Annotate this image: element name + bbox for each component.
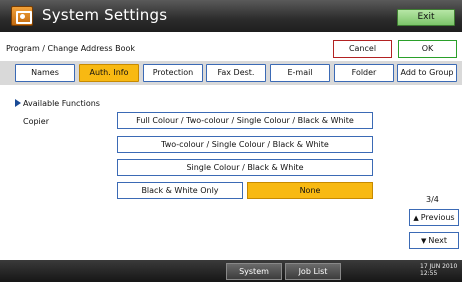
triangle-up-icon: ▲ (413, 214, 419, 222)
app-title: System Settings (42, 6, 168, 24)
page-indicator: 3/4 (426, 195, 439, 204)
date-text: 17 JUN 2010 (420, 263, 458, 270)
option-full-colour[interactable]: Full Colour / Two-colour / Single Colour… (117, 112, 373, 129)
tab-auth-info[interactable]: Auth. Info (79, 64, 139, 82)
option-black-white-only[interactable]: Black & White Only (117, 182, 243, 199)
exit-button[interactable]: Exit (397, 9, 455, 26)
copier-label: Copier (23, 117, 49, 126)
breadcrumb: Program / Change Address Book (6, 44, 136, 53)
tab-add-to-group[interactable]: Add to Group (397, 64, 457, 82)
tab-names[interactable]: Names (15, 64, 75, 82)
triangle-down-icon: ▼ (420, 237, 427, 245)
previous-button[interactable]: ▲ Previous (409, 209, 459, 226)
option-two-colour[interactable]: Two-colour / Single Colour / Black & Whi… (117, 136, 373, 153)
triangle-right-icon (15, 99, 21, 107)
tab-e-mail[interactable]: E-mail (270, 64, 330, 82)
available-functions-label: Available Functions (23, 99, 100, 108)
time-text: 12:55 (420, 270, 438, 277)
ok-button[interactable]: OK (398, 40, 457, 58)
previous-label: Previous (420, 213, 455, 222)
job-list-button[interactable]: Job List (285, 263, 341, 280)
cancel-button[interactable]: Cancel (333, 40, 392, 58)
tab-fax-dest[interactable]: Fax Dest. (206, 64, 266, 82)
next-button[interactable]: ▼ Next (409, 232, 459, 249)
tab-folder[interactable]: Folder (334, 64, 394, 82)
system-settings-icon (11, 6, 33, 26)
system-status-button[interactable]: System Status (226, 263, 282, 280)
tab-protection[interactable]: Protection (143, 64, 203, 82)
sub-header: Program / Change Address Book (0, 39, 462, 59)
date-time: 17 JUN 2010 12:55 (420, 263, 457, 277)
available-functions-heading: Available Functions (15, 99, 100, 108)
option-single-colour[interactable]: Single Colour / Black & White (117, 159, 373, 176)
next-label: Next (428, 236, 448, 245)
option-none[interactable]: None (247, 182, 373, 199)
